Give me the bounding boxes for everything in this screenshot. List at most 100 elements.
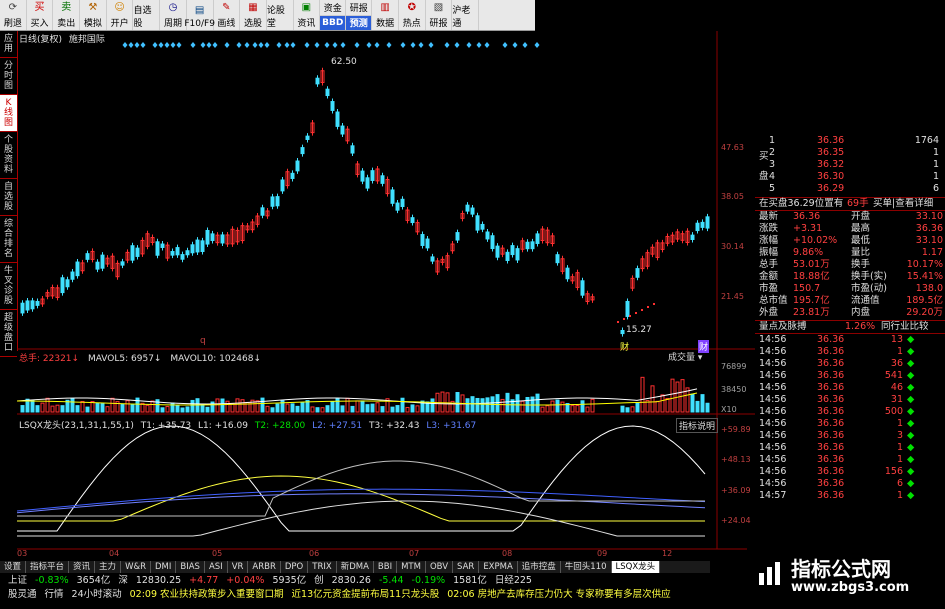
buy-detail-link[interactable]: 买单|查看详细 [873,198,933,210]
volume: 1764 [914,135,939,146]
mavol5-arrow-icon: ↓ [153,354,162,364]
toolbar-button-pen[interactable]: ✎ 画线 [214,0,241,30]
indicator-tab[interactable]: MTM [397,561,426,573]
toolbar-button-hammer[interactable]: ⚒ 模拟 [80,0,107,30]
toolbar-button-sell[interactable]: 卖卖出 [53,0,81,30]
indicator-tab[interactable]: 牛回头110 [561,561,612,573]
indicator-tab[interactable]: W&R [121,561,152,573]
finance-marker-1[interactable]: 财 [620,340,629,353]
side-tab-0[interactable]: 应用 [0,31,17,58]
toolbar-button-select[interactable]: ▦ 选股 [240,0,267,30]
ticks-header-left[interactable]: 量点及脉搏 [759,321,807,333]
side-tab-3[interactable]: 个股资料 [0,132,17,179]
toolbar-button-clock[interactable]: ◷ 周期 [160,0,187,30]
side-tab-7[interactable]: 超级盘口 [0,310,17,357]
toolbar-button-refresh[interactable]: ⟳ 刷退 [0,0,27,30]
indicator-tab[interactable]: EXPMA [479,561,518,573]
side-tab-6[interactable]: 牛叉诊股 [0,263,17,310]
stat-label: 内盘 [851,307,871,318]
side-tab-2[interactable]: K线图 [0,95,17,132]
toolbar-group-bottom[interactable]: BBD [320,15,346,30]
candle-body [485,231,490,240]
candle-body [555,254,560,264]
volume-bar [365,404,370,413]
indicator-tab[interactable]: 指标平台 [26,561,70,573]
tick-price: 36.36 [817,334,845,345]
hk-icon: ⇄ [458,0,472,1]
date-tick: 06 [309,549,320,558]
candle-body [425,238,430,249]
toolbar-button-hk[interactable]: ⇄ 沪老通 [452,0,479,30]
side-tab-1[interactable]: 分时图 [0,58,17,95]
toolbar-group-top[interactable]: 资金 [320,0,346,16]
price: 36.35 [817,147,845,158]
indicator-tab[interactable]: 追市控盘 [518,561,561,573]
toolbar-group[interactable]: 研报 预测 [346,0,373,30]
toolbar-button-forum[interactable]: ◉ 论股堂 [267,0,294,30]
volume-bar [360,400,365,413]
tick-row: 14:56 36.36 1 ◆ [755,418,945,430]
toolbar-button-hot[interactable]: ✪ 热点 [399,0,426,30]
indicator-tab[interactable]: 设置 [0,561,27,573]
stat-value: 195.7亿 [793,295,830,306]
volume-bar [180,407,185,413]
toolbar-group-bottom[interactable]: 预测 [346,15,372,30]
indicator-t3: T3: +32.43 [369,421,420,431]
volume-bar [60,405,65,413]
indicator-tab[interactable]: DMI [151,561,177,573]
ticks-header-right[interactable]: 同行业比较 [881,321,929,333]
volume-bar [550,400,555,413]
toolbar-button-news[interactable]: ▣ 资讯 [294,0,321,30]
indicator-t2: T2: +28.00 [254,421,306,431]
indicator-tab[interactable]: 主力 [95,561,122,573]
side-tab-5[interactable]: 综合排名 [0,216,17,263]
volume-bar [660,394,665,413]
volume-bar [700,394,705,413]
status-item: 上证 [8,575,28,586]
toolbar-group-top[interactable]: 研报 [346,0,372,16]
candle-body [85,253,90,260]
indicator-tab[interactable]: 新DMA [337,561,374,573]
signal-diamond [418,42,424,48]
toolbar-button-label: 开户 [110,19,129,29]
volume-tab[interactable]: 成交量 ▾ [668,350,702,363]
indicator-tab[interactable]: TRIX [308,561,337,573]
indicator-tab[interactable]: LSQX龙头 [611,561,661,573]
stat-row: 总手 53.01万 换手 10.17% [755,259,945,271]
level: 1 [769,135,776,146]
toolbar-button-data[interactable]: ▥ 数据 [372,0,399,30]
indicator-help-tab[interactable]: 指标说明 [676,418,719,433]
indicator-tab[interactable]: VR [228,561,249,573]
side-tab-4[interactable]: 自选股 [0,179,17,216]
candle-body [410,217,415,224]
level: 5 [769,183,776,194]
indicator-tab[interactable]: ASI [205,561,228,573]
toolbar-button-label: 数据 [376,19,395,29]
indicator-tab[interactable]: BBI [374,561,398,573]
indicator-tab[interactable]: BIAS [176,561,205,573]
stat-label: 量比 [851,247,871,258]
toolbar-button-label: F10/F9 [184,19,215,29]
stat-label: 开盘 [851,211,871,222]
toolbar-button-person[interactable]: ☺ 开户 [107,0,134,30]
indicator-tab[interactable]: OBV [426,561,454,573]
toolbar-group[interactable]: 资金 BBD [320,0,347,30]
order-book-row: 4 36.30 1 [755,171,945,183]
report-icon: ▧ [433,2,444,13]
volume: 1 [932,171,939,182]
toolbar-button-buy[interactable]: 买买入 [27,0,54,30]
toolbar-button-star[interactable]: ★ 自选股 [133,0,161,30]
stat-label: 总手 [759,259,779,270]
volume-bar [215,398,220,413]
indicator-tab[interactable]: SAR [453,561,480,573]
candle-body [510,245,515,256]
volume-bar [260,397,265,413]
indicator-tab[interactable]: 资讯 [69,561,96,573]
toolbar-button-f10[interactable]: ▤ F10/F9 [184,0,215,30]
toolbar-button-report[interactable]: ▧ 研报 [426,0,453,30]
candle-body [470,207,475,215]
chart-logo-icon [757,559,787,587]
indicator-tab[interactable]: DPO [281,561,309,573]
volume-bar [655,400,660,413]
indicator-tab[interactable]: ARBR [248,561,281,573]
